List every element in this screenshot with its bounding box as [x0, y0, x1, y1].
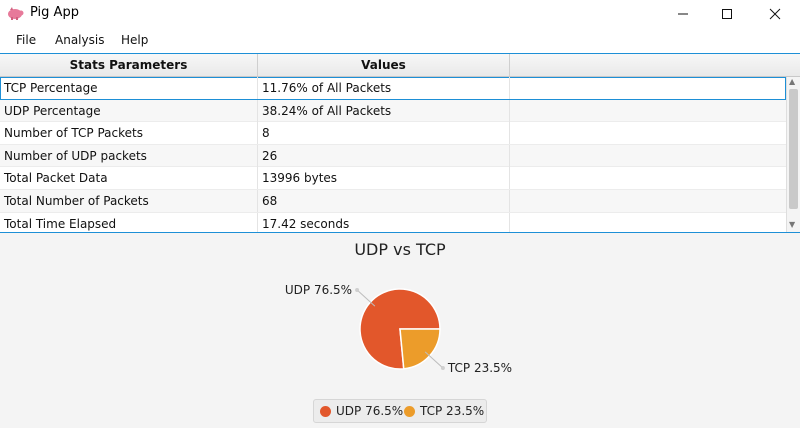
pie-label-leader-dot — [440, 366, 445, 371]
chart-legend: UDP 76.5% TCP 23.5% — [313, 399, 487, 423]
pie-slice-tcp[interactable] — [399, 328, 441, 370]
pie-label-leader — [356, 289, 376, 307]
legend-swatch-udp — [320, 406, 331, 417]
legend-label-udp: UDP 76.5% — [336, 404, 404, 418]
legend-swatch-tcp — [404, 406, 415, 417]
pie-label-leader — [424, 351, 444, 369]
pie-label-udp: UDP 76.5% — [285, 283, 352, 297]
pie-label-leader-dot — [355, 287, 360, 292]
pie-chart: UDP 76.5% TCP 23.5% — [285, 283, 512, 375]
pie-label-tcp: TCP 23.5% — [447, 361, 512, 375]
legend-label-tcp: TCP 23.5% — [420, 404, 485, 418]
